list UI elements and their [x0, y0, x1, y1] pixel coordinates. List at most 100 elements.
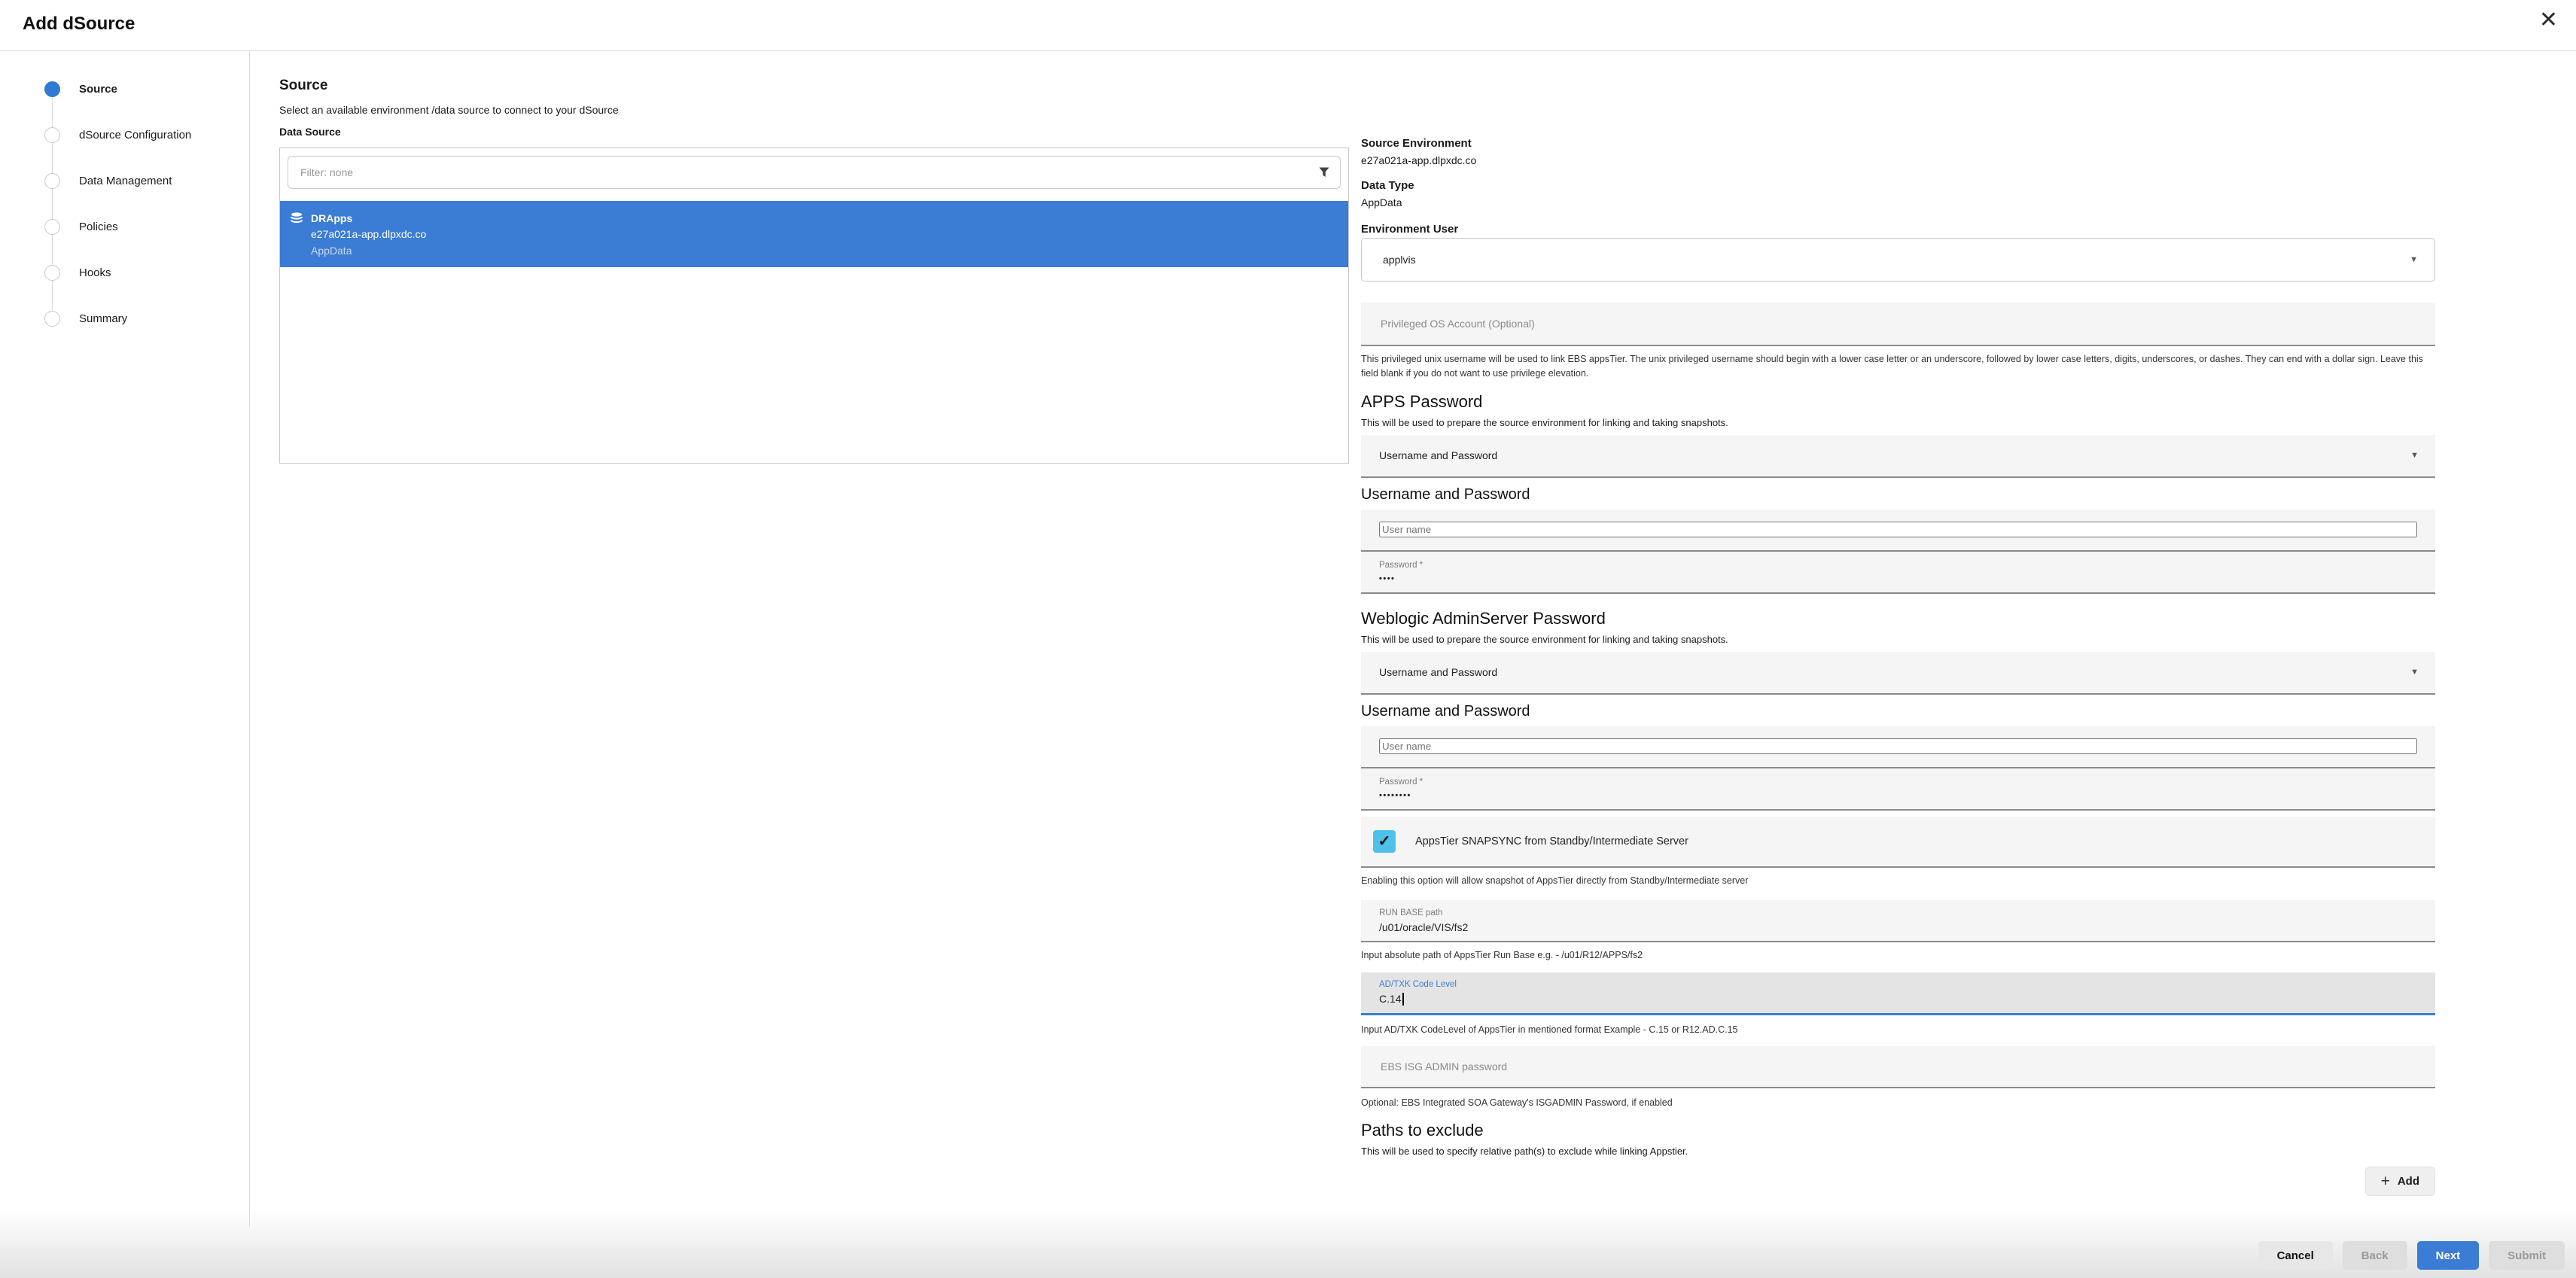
- step-label: dSource Configuration: [79, 129, 191, 141]
- data-source-label: Data Source: [279, 126, 1349, 137]
- step-dot: [44, 219, 60, 235]
- adtxk-code-level-value: C.14: [1379, 993, 2417, 1006]
- filter-field: [288, 156, 1341, 189]
- page-title: Source: [279, 78, 1349, 93]
- data-source-type: AppData: [311, 242, 426, 259]
- chevron-down-icon: ▼: [2410, 668, 2419, 677]
- data-type-value: AppData: [1361, 196, 2435, 209]
- data-source-list: DRApps e27a021a-app.dlpxdc.co AppData: [279, 148, 1349, 464]
- data-type-label: Data Type: [1361, 179, 2435, 193]
- snapsync-label: AppsTier SNAPSYNC from Standby/Intermedi…: [1415, 835, 1688, 847]
- adtxk-code-level-field[interactable]: AD/TXK Code Level C.14: [1361, 972, 2435, 1015]
- step-label: Data Management: [79, 175, 172, 187]
- apps-username-field: [1361, 510, 2435, 552]
- snapsync-helper: Enabling this option will allow snapshot…: [1361, 874, 2435, 888]
- weblogic-password-label: Password *: [1379, 777, 2417, 787]
- data-source-host: e27a021a-app.dlpxdc.co: [311, 226, 426, 242]
- weblogic-password-field[interactable]: Password * ••••••••: [1361, 768, 2435, 811]
- apps-password-label: Password *: [1379, 560, 2417, 571]
- text-cursor: [1402, 993, 1404, 1006]
- source-environment-value: e27a021a-app.dlpxdc.co: [1361, 154, 2435, 167]
- wizard-steps: Source dSource Configuration Data Manage…: [0, 66, 249, 342]
- apps-credential-type-select[interactable]: Username and Password ▼: [1361, 435, 2435, 478]
- source-environment-label: Source Environment: [1361, 137, 2435, 151]
- step-policies[interactable]: Policies: [0, 204, 249, 250]
- privileged-os-helper: This privileged unix username will be us…: [1361, 352, 2435, 382]
- step-data-management[interactable]: Data Management: [0, 158, 249, 204]
- data-source-name: DRApps: [311, 211, 426, 226]
- weblogic-heading: Weblogic AdminServer Password: [1361, 610, 2435, 627]
- environment-user-select[interactable]: applvis ▼: [1361, 238, 2435, 281]
- ebs-isg-password-input[interactable]: [1379, 1060, 2417, 1073]
- privileged-os-account-field: [1361, 303, 2435, 346]
- weblogic-username-password-heading: Username and Password: [1361, 704, 2435, 719]
- apps-password-field[interactable]: Password * ••••: [1361, 552, 2435, 594]
- run-base-path-field[interactable]: RUN BASE path /u01/oracle/VIS/fs2: [1361, 900, 2435, 942]
- weblogic-credential-type-select[interactable]: Username and Password ▼: [1361, 652, 2435, 695]
- paths-to-exclude-heading: Paths to exclude: [1361, 1122, 2435, 1139]
- step-label: Policies: [79, 221, 118, 233]
- step-dot-active: [44, 81, 60, 97]
- step-dot: [44, 173, 60, 189]
- adtxk-helper: Input AD/TXK CodeLevel of AppsTier in me…: [1361, 1023, 2435, 1037]
- chevron-down-icon: ▼: [2410, 451, 2419, 460]
- paths-to-exclude-subtitle: This will be used to specify relative pa…: [1361, 1146, 2435, 1156]
- source-details-form: Source Environment e27a021a-app.dlpxdc.c…: [1361, 51, 2435, 1196]
- step-label: Source: [79, 83, 117, 96]
- snapsync-checkbox-checked[interactable]: ✓: [1373, 830, 1396, 853]
- weblogic-username-input[interactable]: [1379, 738, 2417, 754]
- back-button[interactable]: Back: [2343, 1241, 2407, 1270]
- apps-username-input[interactable]: [1379, 522, 2417, 537]
- plus-icon: +: [2381, 1173, 2390, 1189]
- close-icon[interactable]: ✕: [2539, 9, 2558, 32]
- source-selection-panel: Source Select an available environment /…: [279, 51, 1349, 464]
- dialog-footer: Cancel Back Next Submit: [2258, 1241, 2565, 1270]
- dialog-title: Add dSource: [23, 14, 135, 35]
- privileged-os-account-input[interactable]: [1379, 317, 2417, 330]
- add-dsource-dialog: Add dSource ✕ Source dSource Configurati…: [0, 0, 2576, 1278]
- filter-input[interactable]: [288, 156, 1341, 189]
- ebs-isg-password-field: [1361, 1046, 2435, 1088]
- run-base-path-helper: Input absolute path of AppsTier Run Base…: [1361, 948, 2435, 963]
- step-dot: [44, 311, 60, 327]
- page-subtitle: Select an available environment /data so…: [279, 105, 1349, 115]
- environment-user-label: Environment User: [1361, 223, 2435, 236]
- step-dot: [44, 127, 60, 143]
- apps-credential-type-value: Username and Password: [1379, 449, 1497, 461]
- apps-password-masked-value: ••••: [1379, 574, 2417, 583]
- submit-button[interactable]: Submit: [2489, 1241, 2565, 1270]
- weblogic-credential-type-value: Username and Password: [1379, 666, 1497, 678]
- apps-username-password-heading: Username and Password: [1361, 487, 2435, 502]
- data-source-row-selected[interactable]: DRApps e27a021a-app.dlpxdc.co AppData: [280, 201, 1348, 267]
- step-label: Hooks: [79, 266, 111, 279]
- wizard-sidebar: Source dSource Configuration Data Manage…: [0, 51, 250, 1227]
- ebs-isg-helper: Optional: EBS Integrated SOA Gateway's I…: [1361, 1096, 2435, 1110]
- database-icon: [291, 211, 311, 267]
- weblogic-subtitle: This will be used to prepare the source …: [1361, 634, 2435, 644]
- step-dot: [44, 265, 60, 281]
- add-path-button[interactable]: + Add: [2365, 1167, 2435, 1196]
- step-source[interactable]: Source: [0, 66, 249, 112]
- cancel-button[interactable]: Cancel: [2258, 1241, 2333, 1270]
- filter-icon: [1319, 167, 1329, 178]
- run-base-path-label: RUN BASE path: [1379, 908, 2417, 918]
- step-hooks[interactable]: Hooks: [0, 250, 249, 296]
- dialog-header: Add dSource ✕: [0, 0, 2576, 51]
- checkmark-icon: ✓: [1378, 832, 1391, 850]
- chevron-down-icon: ▼: [2410, 255, 2418, 264]
- step-dsource-configuration[interactable]: dSource Configuration: [0, 112, 249, 158]
- environment-user-selected-value: applvis: [1383, 254, 1416, 266]
- apps-password-heading: APPS Password: [1361, 394, 2435, 410]
- adtxk-code-level-label: AD/TXK Code Level: [1379, 979, 2417, 990]
- step-summary[interactable]: Summary: [0, 296, 249, 342]
- next-button[interactable]: Next: [2417, 1241, 2480, 1270]
- step-label: Summary: [79, 312, 127, 325]
- snapsync-option-row: ✓ AppsTier SNAPSYNC from Standby/Interme…: [1361, 817, 2435, 868]
- bottom-shadow: [0, 1209, 2576, 1278]
- run-base-path-value: /u01/oracle/VIS/fs2: [1379, 921, 2417, 934]
- weblogic-username-field: [1361, 726, 2435, 768]
- data-source-row-text: DRApps e27a021a-app.dlpxdc.co AppData: [311, 211, 426, 267]
- apps-password-subtitle: This will be used to prepare the source …: [1361, 418, 2435, 428]
- add-path-button-label: Add: [2398, 1175, 2419, 1188]
- weblogic-password-masked-value: ••••••••: [1379, 791, 2417, 800]
